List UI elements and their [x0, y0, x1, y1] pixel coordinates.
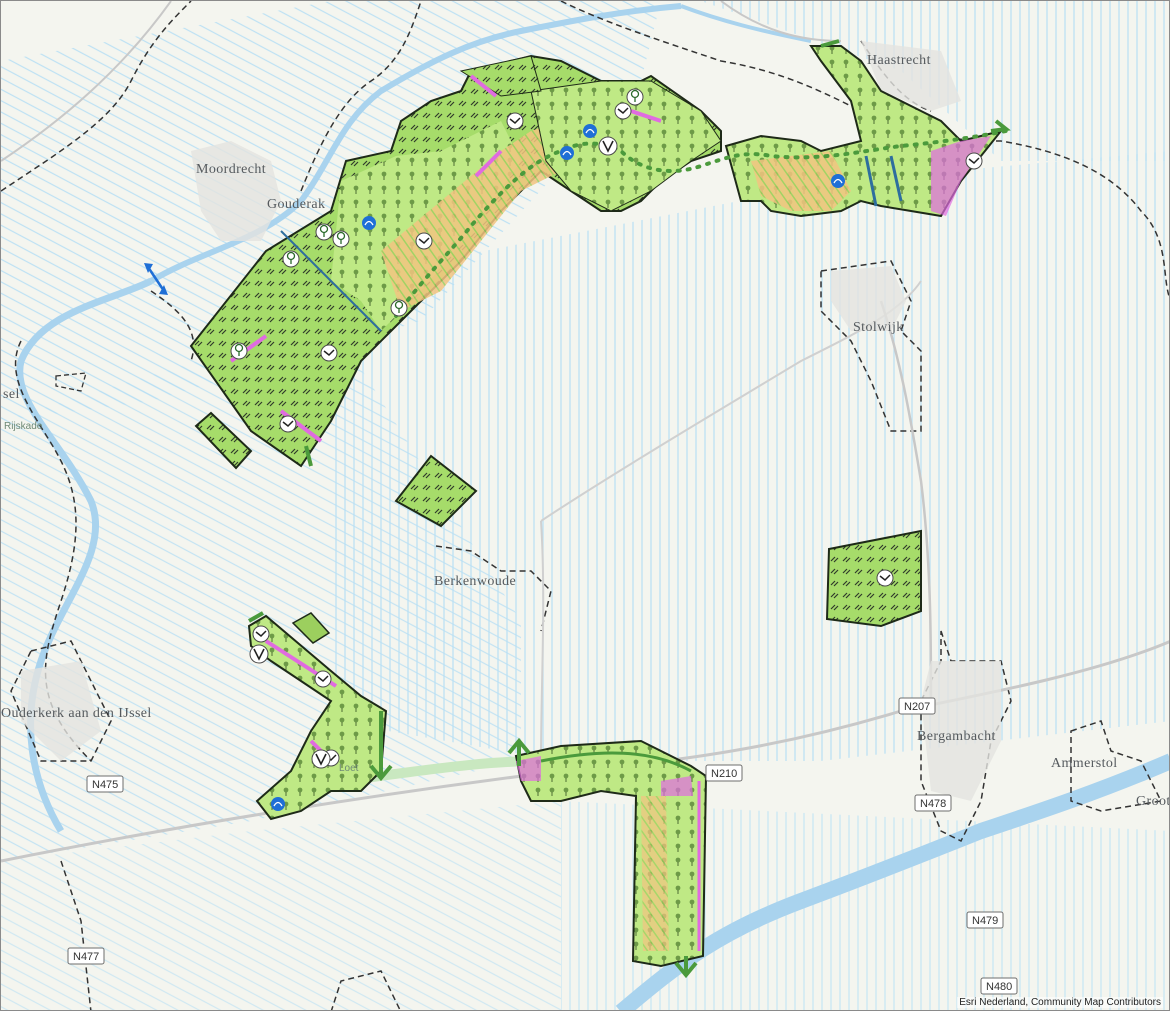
tree-icon[interactable]	[230, 342, 248, 360]
road-shield-n477: N477	[67, 947, 105, 965]
water-drop-icon[interactable]	[362, 216, 376, 230]
project-area-south-orange[interactable]	[641, 796, 669, 951]
tree-icon[interactable]	[315, 223, 333, 241]
svg-text:N479: N479	[972, 915, 998, 927]
label-moordrecht: Moordrecht	[196, 162, 266, 177]
road-shield-n480: N480	[980, 977, 1018, 995]
label-ammerstol: Ammerstol	[1051, 756, 1118, 771]
water-drop-icon[interactable]	[560, 146, 574, 160]
label-haastrecht: Haastrecht	[867, 53, 931, 68]
svg-text:N210: N210	[711, 768, 737, 780]
label-bergambacht: Bergambacht	[917, 729, 996, 744]
svg-text:N207: N207	[904, 701, 930, 713]
bird-icon[interactable]	[320, 344, 338, 362]
road-shield-n478: N478	[914, 794, 952, 812]
road-shield-n479: N479	[966, 911, 1004, 929]
bird-icon[interactable]	[965, 152, 983, 170]
water-drop-icon[interactable]	[583, 124, 597, 138]
tree-icon[interactable]	[282, 250, 300, 268]
v-marker-icon[interactable]	[311, 749, 331, 769]
label-ouderkerk: Ouderkerk aan den IJssel	[1, 706, 152, 721]
v-marker-icon[interactable]	[598, 136, 618, 156]
bird-icon[interactable]	[614, 102, 632, 120]
bird-icon[interactable]	[876, 569, 894, 587]
v-marker-icon[interactable]	[249, 644, 269, 664]
tree-icon[interactable]	[390, 299, 408, 317]
svg-text:N480: N480	[986, 981, 1012, 993]
map-view[interactable]: Moordrecht Gouderak Haastrecht Stolwijk …	[0, 0, 1170, 1011]
svg-text:N475: N475	[92, 779, 118, 791]
road-shield-n210: N210	[705, 764, 743, 782]
label-berkenwoude: Berkenwoude	[434, 574, 516, 589]
map-canvas[interactable]: Moordrecht Gouderak Haastrecht Stolwijk …	[1, 1, 1170, 1011]
road-shield-n207: N207	[898, 697, 936, 715]
svg-text:N478: N478	[920, 798, 946, 810]
label-ijssel-west: sel	[3, 387, 20, 402]
road-shield-n475: N475	[86, 775, 124, 793]
water-drop-icon[interactable]	[271, 797, 285, 811]
map-attribution: Esri Nederland, Community Map Contributo…	[957, 997, 1163, 1008]
label-gouderak: Gouderak	[267, 197, 325, 212]
label-stolwijk: Stolwijk	[853, 320, 904, 335]
tree-icon[interactable]	[626, 88, 644, 106]
label-loetbroek: Loet	[339, 763, 359, 774]
bird-icon[interactable]	[279, 415, 297, 433]
tree-icon[interactable]	[332, 230, 350, 248]
bird-icon[interactable]	[314, 670, 332, 688]
bird-icon[interactable]	[506, 112, 524, 130]
label-groot: Groot	[1136, 794, 1170, 809]
bird-icon[interactable]	[415, 232, 433, 250]
label-rijskade: Rijskade	[4, 421, 43, 432]
water-drop-icon[interactable]	[831, 174, 845, 188]
bird-icon[interactable]	[252, 625, 270, 643]
svg-text:N477: N477	[73, 951, 99, 963]
